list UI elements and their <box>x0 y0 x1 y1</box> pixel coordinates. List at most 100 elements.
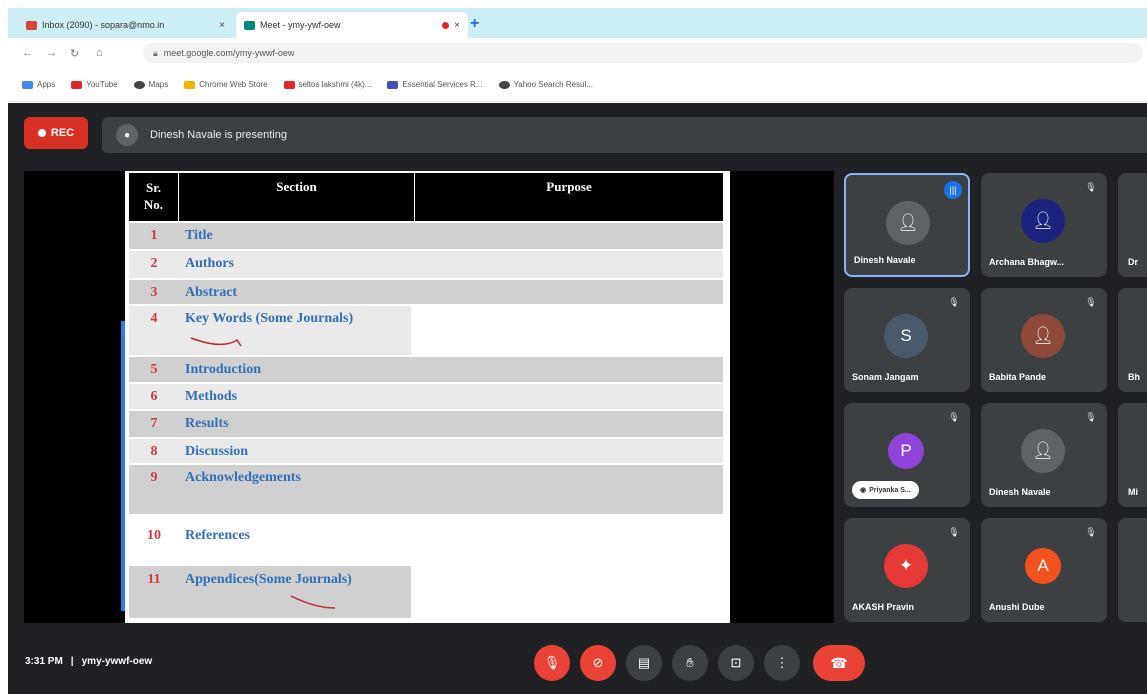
separator: | <box>70 656 74 667</box>
avatar: 👤︎ <box>1021 199 1065 243</box>
present-button[interactable]: ⊡ <box>718 645 754 681</box>
speaking-icon: ||| <box>944 181 962 199</box>
presenting-banner: ● Dinesh Navale is presenting <box>102 117 1147 153</box>
bookmark-services[interactable]: Essential Services R... <box>387 80 483 89</box>
store-icon <box>184 80 196 89</box>
more-options-button[interactable]: ⋮ <box>764 645 800 681</box>
table-row: 7 Results <box>129 411 723 437</box>
presenter-avatar: ● <box>116 124 138 146</box>
table-row: 6 Methods <box>129 384 723 409</box>
rec-indicator: REC <box>24 117 88 149</box>
table-row: 8 Discussion <box>129 439 723 463</box>
tab-title: Meet - ymy-ywf-oew <box>260 20 341 30</box>
new-tab-button[interactable]: + <box>470 15 479 33</box>
bookmark-apps[interactable]: Apps <box>22 80 55 89</box>
youtube-icon <box>71 80 83 89</box>
mic-toggle-button[interactable]: 🎙︎ <box>534 645 570 681</box>
avatar: A <box>1025 548 1061 584</box>
captions-button[interactable]: ▤ <box>626 645 662 681</box>
participant-tile[interactable]: 👤︎ ||| Dinesh Navale <box>844 173 970 277</box>
presenting-text: Dinesh Navale is presenting <box>150 129 287 141</box>
table-row: 5 Introduction <box>129 357 723 382</box>
close-tab-icon[interactable]: × <box>219 20 225 31</box>
meet-window: REC ● Dinesh Navale is presenting Sr. No.… <box>8 103 1147 694</box>
participant-tile[interactable]: S 🎙︎ Sonam Jangam <box>844 288 970 392</box>
meeting-info: 3:31 PM | ymy-ywwf-oew <box>25 656 152 667</box>
more-vert-icon: ⋮ <box>775 655 789 670</box>
record-dot-icon <box>37 129 46 137</box>
search-icon <box>498 80 510 89</box>
header-purpose: Purpose <box>546 179 592 194</box>
mic-muted-icon: 🎙︎ <box>948 527 960 537</box>
participant-tile-partial[interactable]: Mi <box>1118 403 1147 507</box>
header-sr-no: Sr. No. <box>129 173 179 221</box>
url-text: meet.google.com/ymy-ywwf-oew <box>163 48 295 58</box>
avatar: 👤︎ <box>1021 314 1065 358</box>
tab-title: Inbox (2090) - sopara@nmo.in <box>42 20 165 30</box>
bookmark-search[interactable]: Yahoo Search Resul... <box>498 80 593 89</box>
youtube-icon <box>283 80 295 89</box>
table-header: Sr. No. Section Purpose <box>129 173 723 221</box>
lock-icon: 🔒︎ <box>153 47 158 58</box>
meet-icon <box>244 20 255 30</box>
leave-call-button[interactable]: ☎︎ <box>813 645 865 681</box>
reload-icon[interactable]: ↻ <box>70 47 79 60</box>
avatar: 👤︎ <box>1021 429 1065 473</box>
close-tab-icon[interactable]: × <box>454 20 460 31</box>
table-row: 3 Abstract <box>129 280 723 304</box>
raise-hand-button[interactable]: ✋︎ <box>672 645 708 681</box>
table-row: 11 Appendices(Some Journals) <box>129 566 411 618</box>
shared-screen: Sr. No. Section Purpose 1 Title 2 Authors 3… <box>24 171 834 623</box>
hand-icon: ✋︎ <box>686 655 694 670</box>
pen-annotation <box>190 337 242 347</box>
participant-tile[interactable]: P 🎙︎ ◉ Priyanka S... <box>844 403 970 507</box>
participant-tile-partial[interactable]: Dr <box>1118 173 1147 277</box>
bookmark-youtube[interactable]: YouTube <box>71 80 118 89</box>
bookmark-maps[interactable]: Maps <box>133 80 168 89</box>
home-icon[interactable]: ⌂ <box>96 47 103 59</box>
table-row: 9 Acknowledgements <box>129 465 723 514</box>
table-row: 2 Authors <box>129 251 723 278</box>
table-row: 10 References <box>129 516 723 564</box>
avatar: 👤︎ <box>886 201 930 245</box>
bookmarks-bar: Apps YouTube Maps Chrome Web Store selto… <box>8 68 1147 102</box>
avatar: S <box>884 314 928 358</box>
forward-icon[interactable]: → <box>46 47 57 59</box>
pin-icon: ◉ <box>860 487 867 494</box>
apps-icon <box>22 80 33 89</box>
participant-tile-partial[interactable] <box>1118 518 1147 622</box>
table-row: 1 Title <box>129 223 723 249</box>
mic-off-icon: 🎙︎ <box>543 655 561 670</box>
bookmark-video[interactable]: seltos lakshmi (4k)... <box>283 80 371 89</box>
participant-tile-partial[interactable]: Bh <box>1118 288 1147 392</box>
camera-toggle-button[interactable]: ⊘ <box>580 645 616 681</box>
slide: Sr. No. Section Purpose 1 Title 2 Authors 3… <box>125 171 730 623</box>
tab-meet[interactable]: Meet - ymy-ywf-oew × <box>236 12 468 38</box>
mic-muted-icon: 🎙︎ <box>948 297 960 307</box>
table-row: 4 Key Words (Some Journals) <box>129 306 723 355</box>
participant-tile[interactable]: 👤︎ 🎙︎ Babita Pande <box>981 288 1107 392</box>
participant-tile[interactable]: ✦ 🎙︎ AKASH Pravin <box>844 518 970 622</box>
tab-inbox[interactable]: Inbox (2090) - sopara@nmo.in × <box>18 12 233 38</box>
url-input[interactable]: 🔒︎ meet.google.com/ymy-ywwf-oew <box>143 43 1143 63</box>
participant-tile[interactable]: A 🎙︎ Anushi Dube <box>981 518 1107 622</box>
camera-off-icon: ⊘ <box>592 655 604 670</box>
hang-up-icon: ☎︎ <box>830 654 848 671</box>
mic-muted-icon: 🎙︎ <box>1085 182 1097 192</box>
back-icon[interactable]: ← <box>22 47 33 59</box>
control-bar: 3:31 PM | ymy-ywwf-oew 🎙︎ ⊘ ▤ ✋︎ ⊡ ⋮ ☎︎ <box>8 625 1147 694</box>
name-chip: ◉ Priyanka S... <box>852 481 919 499</box>
mic-muted-icon: 🎙︎ <box>1085 527 1097 537</box>
bookmark-web-store[interactable]: Chrome Web Store <box>184 80 268 89</box>
gmail-icon <box>26 20 37 30</box>
mic-muted-icon: 🎙︎ <box>1085 297 1097 307</box>
mic-muted-icon: 🎙︎ <box>1085 412 1097 422</box>
participant-tile[interactable]: 👤︎ 🎙︎ Dinesh Navale <box>981 403 1107 507</box>
page-icon <box>387 80 399 89</box>
captions-icon: ▤ <box>637 655 651 670</box>
address-bar-row: ← → ↻ ⌂ 🔒︎ meet.google.com/ymy-ywwf-oew <box>8 38 1147 68</box>
header-section: Section <box>179 173 415 221</box>
participant-tile[interactable]: 👤︎ 🎙︎ Archana Bhagw... <box>981 173 1107 277</box>
meeting-code: ymy-ywwf-oew <box>81 656 153 667</box>
present-icon: ⊡ <box>730 655 742 670</box>
